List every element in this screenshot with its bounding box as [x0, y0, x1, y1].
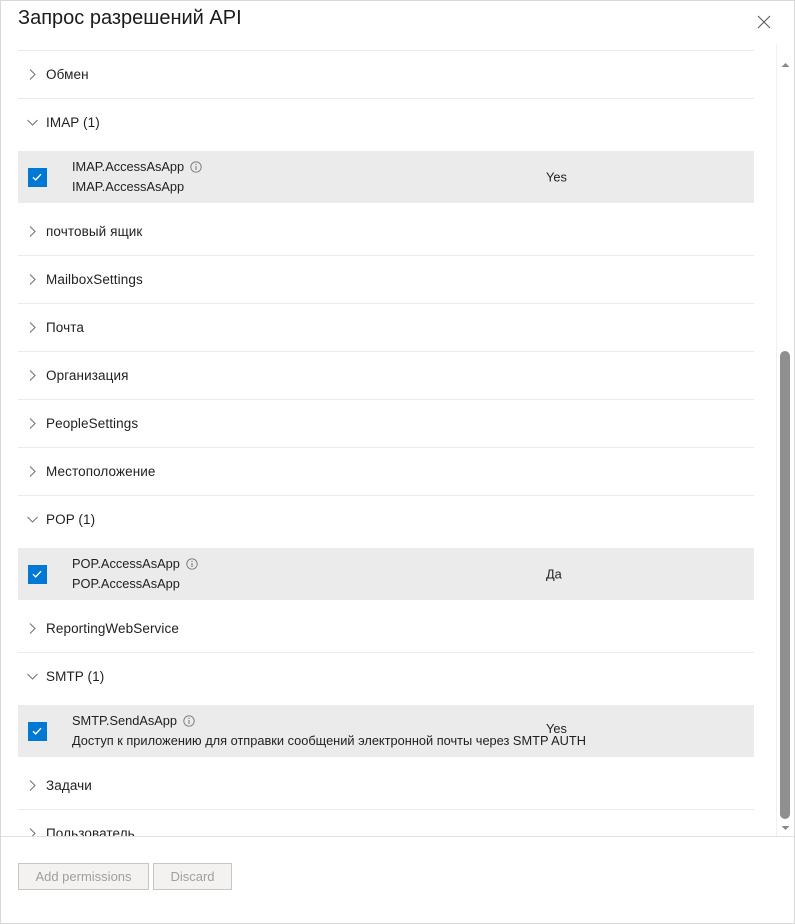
group-label: SMTP (1) — [46, 669, 105, 684]
permission-description: POP.AccessAsApp — [72, 576, 180, 591]
group-label-text: почтовый ящик — [46, 224, 143, 239]
checkbox-checked-icon — [27, 167, 47, 187]
chevron-right-icon — [18, 622, 46, 635]
group-label: Почта Mail — [46, 320, 84, 342]
group-label-text: Задачи — [46, 778, 92, 793]
group-label: Задачи Tasks — [46, 778, 92, 800]
permission-text: IMAP.AccessAsApp IMAP.AccessAsApp — [56, 157, 754, 197]
permission-checkbox[interactable] — [18, 564, 56, 584]
admin-consent-value: Да — [546, 566, 562, 582]
permission-row-smtp-sendasapp[interactable]: SMTP.SendAsApp Доступ к приложению для о… — [18, 705, 754, 757]
group-label-text: Обмен — [46, 67, 89, 82]
close-button[interactable] — [750, 9, 778, 35]
group-label-text: Организация — [46, 368, 129, 383]
scroll-down-arrow[interactable] — [777, 819, 793, 836]
group-row-tasks[interactable]: Задачи Tasks — [18, 762, 754, 810]
scroll-up-arrow[interactable] — [777, 56, 793, 73]
chevron-right-icon — [18, 417, 46, 430]
info-circle-icon[interactable] — [186, 558, 198, 570]
chevron-right-icon — [18, 369, 46, 382]
group-row-imap[interactable]: IMAP (1) — [18, 99, 754, 146]
permission-text: SMTP.SendAsApp Доступ к приложению для о… — [56, 711, 754, 751]
close-icon — [757, 15, 771, 29]
permission-checkbox[interactable] — [18, 721, 56, 741]
permission-name-text: SMTP.SendAsApp — [72, 713, 178, 728]
page-title: Запрос разрешений API — [18, 7, 242, 29]
group-label-text: PeopleSettings — [46, 416, 139, 431]
api-permissions-request-panel: Запрос разрешений API Contacts — [0, 0, 795, 924]
chevron-right-icon — [18, 225, 46, 238]
group-label: Местоположение Place — [46, 464, 156, 486]
group-label-text: Местоположение — [46, 464, 156, 479]
group-row-user[interactable]: Пользователь User — [18, 810, 754, 838]
permission-row-pop-accessasapp[interactable]: POP.AccessAsApp POP.AccessAsApp Да — [18, 548, 754, 600]
checkbox-checked-icon — [27, 721, 47, 741]
group-row-mailbox[interactable]: почтовый ящик Mailbox — [18, 208, 754, 256]
admin-consent-value: Yes — [546, 169, 567, 185]
vertical-scrollbar[interactable] — [776, 44, 793, 838]
admin-consent-value: Yes — [546, 721, 567, 736]
permission-name: SMTP.SendAsApp — [72, 711, 754, 731]
permission-description: Доступ к приложению для отправки сообщен… — [72, 733, 586, 748]
scrollbar-thumb[interactable] — [780, 351, 790, 819]
group-label: Организация Organization — [46, 368, 129, 390]
chevron-down-icon — [18, 670, 46, 683]
permissions-scroll-area[interactable]: Contacts Обмен Exchange — [1, 43, 794, 838]
group-row-mailboxsettings[interactable]: MailboxSettings — [18, 256, 754, 304]
add-permissions-button[interactable]: Add permissions — [18, 863, 149, 890]
group-row-contacts[interactable]: Contacts — [18, 43, 754, 51]
chevron-right-icon — [18, 465, 46, 478]
chevron-right-icon — [18, 68, 46, 81]
group-row-pop[interactable]: POP (1) — [18, 496, 754, 543]
group-label-text: ReportingWebService — [46, 621, 179, 636]
chevron-right-icon — [18, 321, 46, 334]
permissions-list: Contacts Обмен Exchange — [1, 43, 771, 838]
permission-name-text: IMAP.AccessAsApp — [72, 159, 185, 174]
group-label: POP (1) — [46, 512, 96, 527]
chevron-right-icon — [18, 779, 46, 792]
info-circle-icon[interactable] — [183, 715, 195, 727]
permission-row-imap-accessasapp[interactable]: IMAP.AccessAsApp IMAP.AccessAsApp Yes — [18, 151, 754, 203]
group-row-organization[interactable]: Организация Organization — [18, 352, 754, 400]
group-label: IMAP (1) — [46, 115, 100, 130]
chevron-down-icon — [18, 116, 46, 129]
chevron-down-icon — [18, 513, 46, 526]
info-circle-icon[interactable] — [190, 161, 202, 173]
group-row-peoplesettings[interactable]: PeopleSettings — [18, 400, 754, 448]
discard-button[interactable]: Discard — [153, 863, 232, 890]
permission-name: POP.AccessAsApp — [72, 554, 754, 574]
group-row-exchange[interactable]: Обмен Exchange — [18, 51, 754, 99]
panel-header: Запрос разрешений API — [1, 1, 794, 43]
group-label: Обмен Exchange — [46, 67, 107, 89]
group-label: почтовый ящик Mailbox — [46, 224, 143, 246]
permission-text: POP.AccessAsApp POP.AccessAsApp — [56, 554, 754, 594]
group-label-text: Почта — [46, 320, 84, 335]
chevron-right-icon — [18, 273, 46, 286]
group-row-smtp[interactable]: SMTP (1) — [18, 653, 754, 700]
group-label: PeopleSettings — [46, 416, 138, 431]
group-label-text: MailboxSettings — [46, 272, 143, 287]
panel-footer: Add permissions Discard — [1, 836, 794, 923]
group-row-place[interactable]: Местоположение Place — [18, 448, 754, 496]
group-row-mail[interactable]: Почта Mail — [18, 304, 754, 352]
group-row-reportingwebservice[interactable]: ReportingWebService — [18, 605, 754, 653]
permission-checkbox[interactable] — [18, 167, 56, 187]
permission-name: IMAP.AccessAsApp — [72, 157, 754, 177]
permission-description: IMAP.AccessAsApp — [72, 179, 185, 194]
checkbox-checked-icon — [27, 564, 47, 584]
group-label: ReportingWebService — [46, 621, 179, 636]
permission-name-text: POP.AccessAsApp — [72, 556, 180, 571]
group-label: MailboxSettings — [46, 272, 143, 287]
